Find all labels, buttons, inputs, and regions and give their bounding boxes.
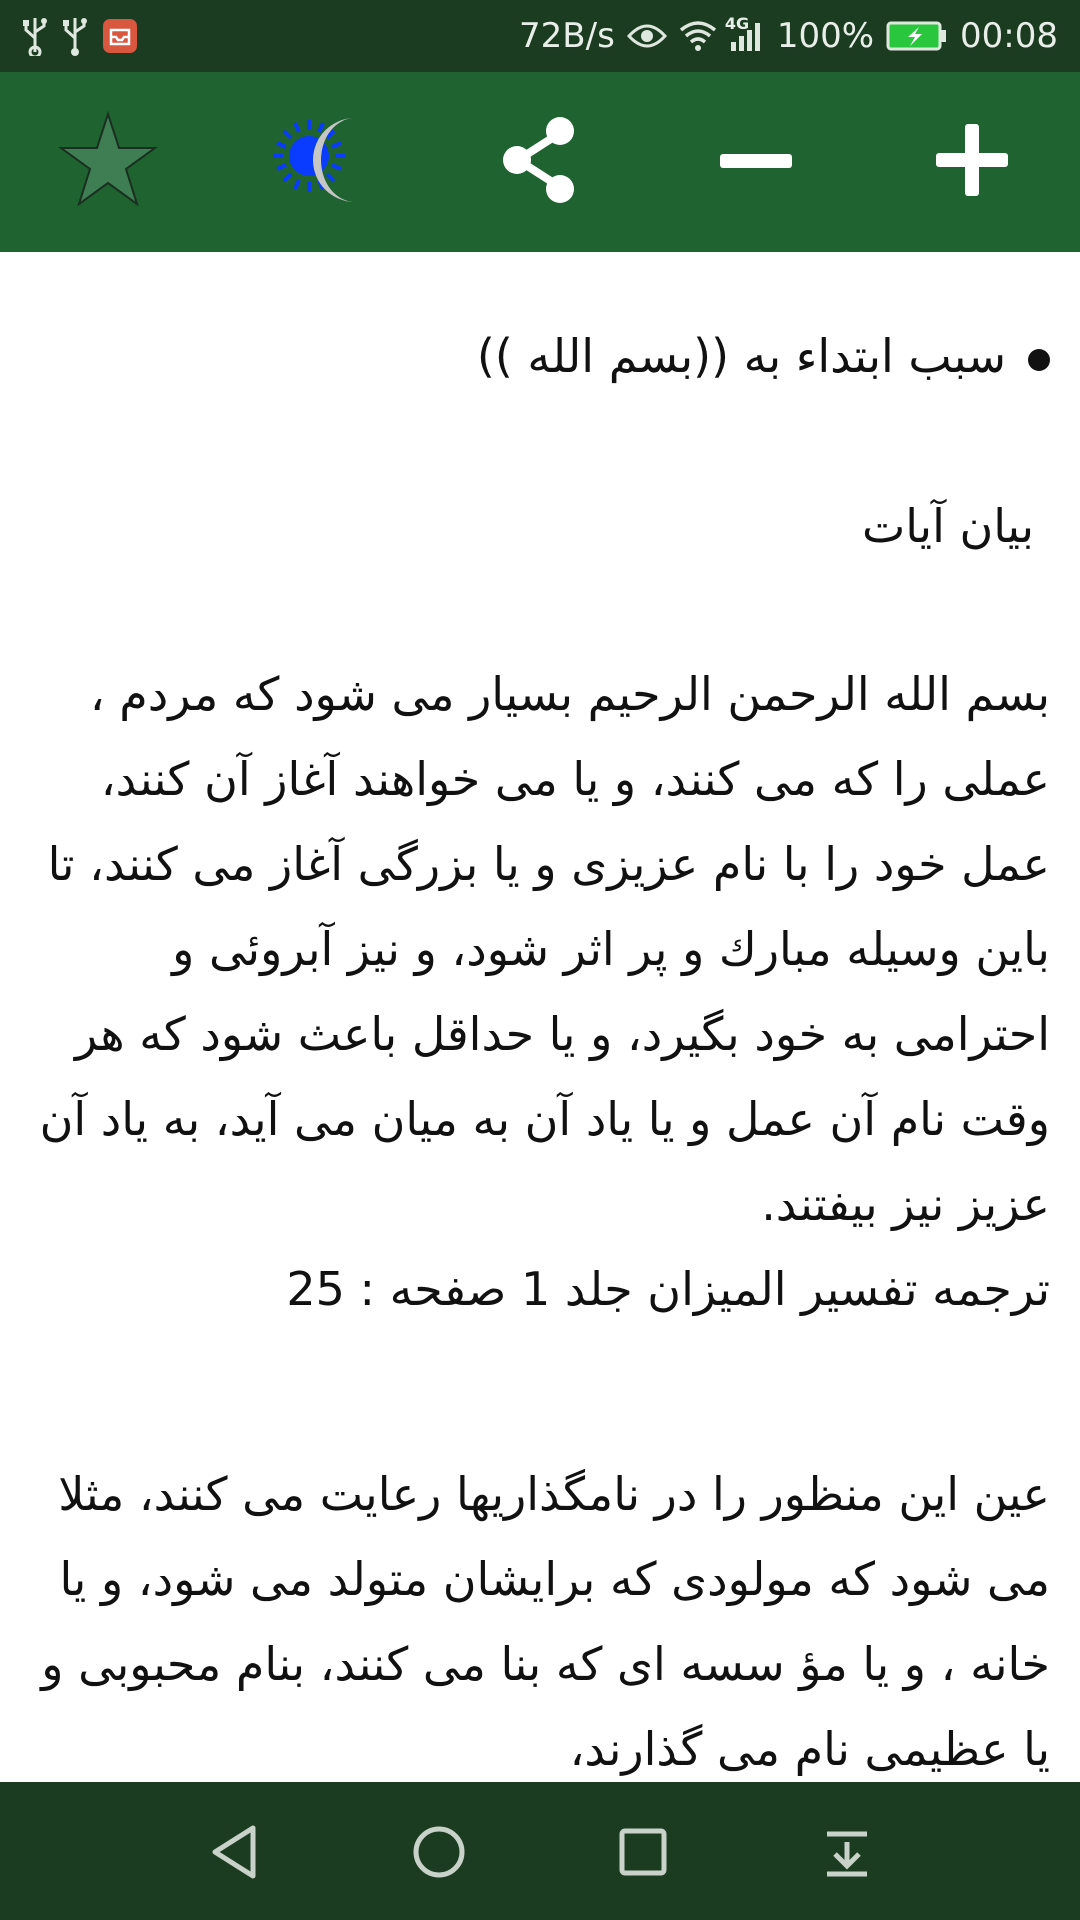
battery-icon xyxy=(886,21,948,51)
day-night-button[interactable] xyxy=(264,100,384,220)
citation: ترجمه تفسیر المیزان جلد 1 صفحه : 25 xyxy=(286,1262,1050,1316)
star-icon xyxy=(58,110,158,207)
network-type: 4G xyxy=(724,14,750,33)
status-left-icons xyxy=(22,14,138,58)
zoom-in-icon xyxy=(936,124,1008,196)
share-icon xyxy=(503,117,574,203)
back-button[interactable] xyxy=(200,1817,270,1887)
paragraph-block: بسم الله الرحمن الرحیم بسیار می شود که م… xyxy=(30,652,1050,1332)
paragraph-2: عین این منظور را در نامگذاریها رعایت می … xyxy=(41,1467,1050,1776)
day-night-icon xyxy=(273,118,355,202)
notification-drawer-icon xyxy=(827,1831,867,1877)
share-button[interactable] xyxy=(480,100,600,220)
back-icon xyxy=(212,1825,256,1879)
status-right-icons: 72B/s 4G 100% 00:08 xyxy=(519,14,1058,58)
zoom-in-button[interactable] xyxy=(912,100,1032,220)
zoom-out-icon xyxy=(720,154,792,168)
section-subheading: بیان آیات xyxy=(861,499,1034,553)
eye-icon xyxy=(626,21,667,51)
paragraph-1: بسم الله الرحمن الرحیم بسیار می شود که م… xyxy=(39,667,1050,1231)
battery-percent: 100% xyxy=(776,16,875,56)
signal-icon: 4G xyxy=(725,14,765,52)
recents-icon xyxy=(619,1828,667,1876)
notification-drawer-button[interactable] xyxy=(812,1817,882,1887)
net-speed: 72B/s xyxy=(519,16,615,56)
clock: 00:08 xyxy=(960,16,1058,56)
article-content: سبب ابتداء به ((بسم الله )) بیان آیات بس… xyxy=(0,252,1080,1782)
home-button[interactable] xyxy=(404,1817,474,1887)
navigation-bar xyxy=(0,1782,1080,1920)
favorite-button[interactable] xyxy=(48,100,168,220)
store-icon xyxy=(102,18,138,54)
home-icon xyxy=(413,1826,465,1878)
zoom-out-button[interactable] xyxy=(696,100,816,220)
recents-button[interactable] xyxy=(608,1817,678,1887)
usb-icon xyxy=(22,16,48,56)
bullet-icon xyxy=(1028,348,1050,371)
article-heading: سبب ابتداء به ((بسم الله )) xyxy=(30,314,1050,399)
wifi-icon xyxy=(679,20,717,52)
toolbar xyxy=(0,72,1080,252)
usb-icon xyxy=(62,16,88,56)
heading-text: سبب ابتداء به ((بسم الله )) xyxy=(476,329,1006,383)
status-bar: 72B/s 4G 100% 00:08 xyxy=(0,0,1080,72)
